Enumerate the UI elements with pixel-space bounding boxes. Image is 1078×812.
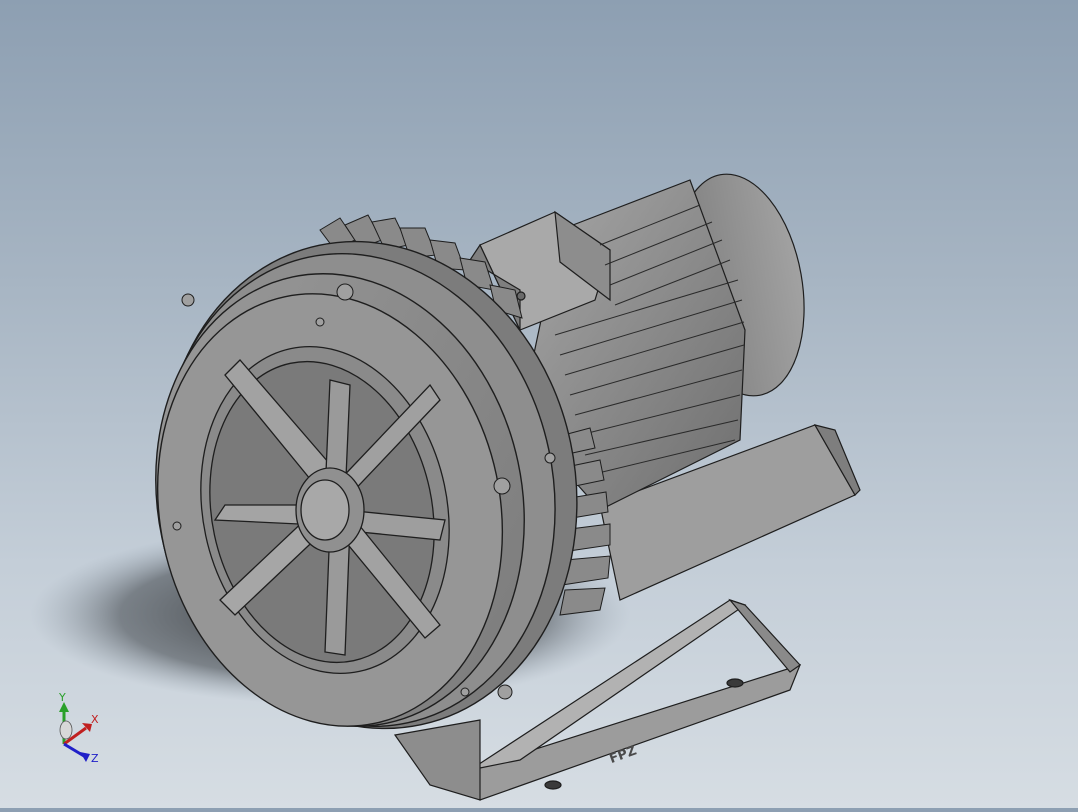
z-axis-label: Z [91,752,99,765]
bolt [497,684,513,700]
bolt [336,283,354,301]
x-axis-label: X [91,713,99,726]
hub-cap [300,479,350,541]
z-axis-arrow [80,752,90,762]
bolt [181,293,195,307]
bolt [544,452,556,464]
model-view[interactable]: FPZ [0,0,1078,808]
bolt [315,317,325,327]
triad-cube [59,720,73,740]
z-axis [63,742,85,758]
bolt [460,687,470,697]
view-orientation-triad[interactable]: Y X Z [44,692,114,772]
bolt [172,521,182,531]
bolt [493,477,511,495]
graphics-viewport[interactable]: FPZ Y X Z [0,0,1078,808]
terminal-screw [516,291,526,301]
mount-hole [544,780,562,790]
y-axis-label: Y [58,692,66,704]
mount-hole [726,678,744,688]
